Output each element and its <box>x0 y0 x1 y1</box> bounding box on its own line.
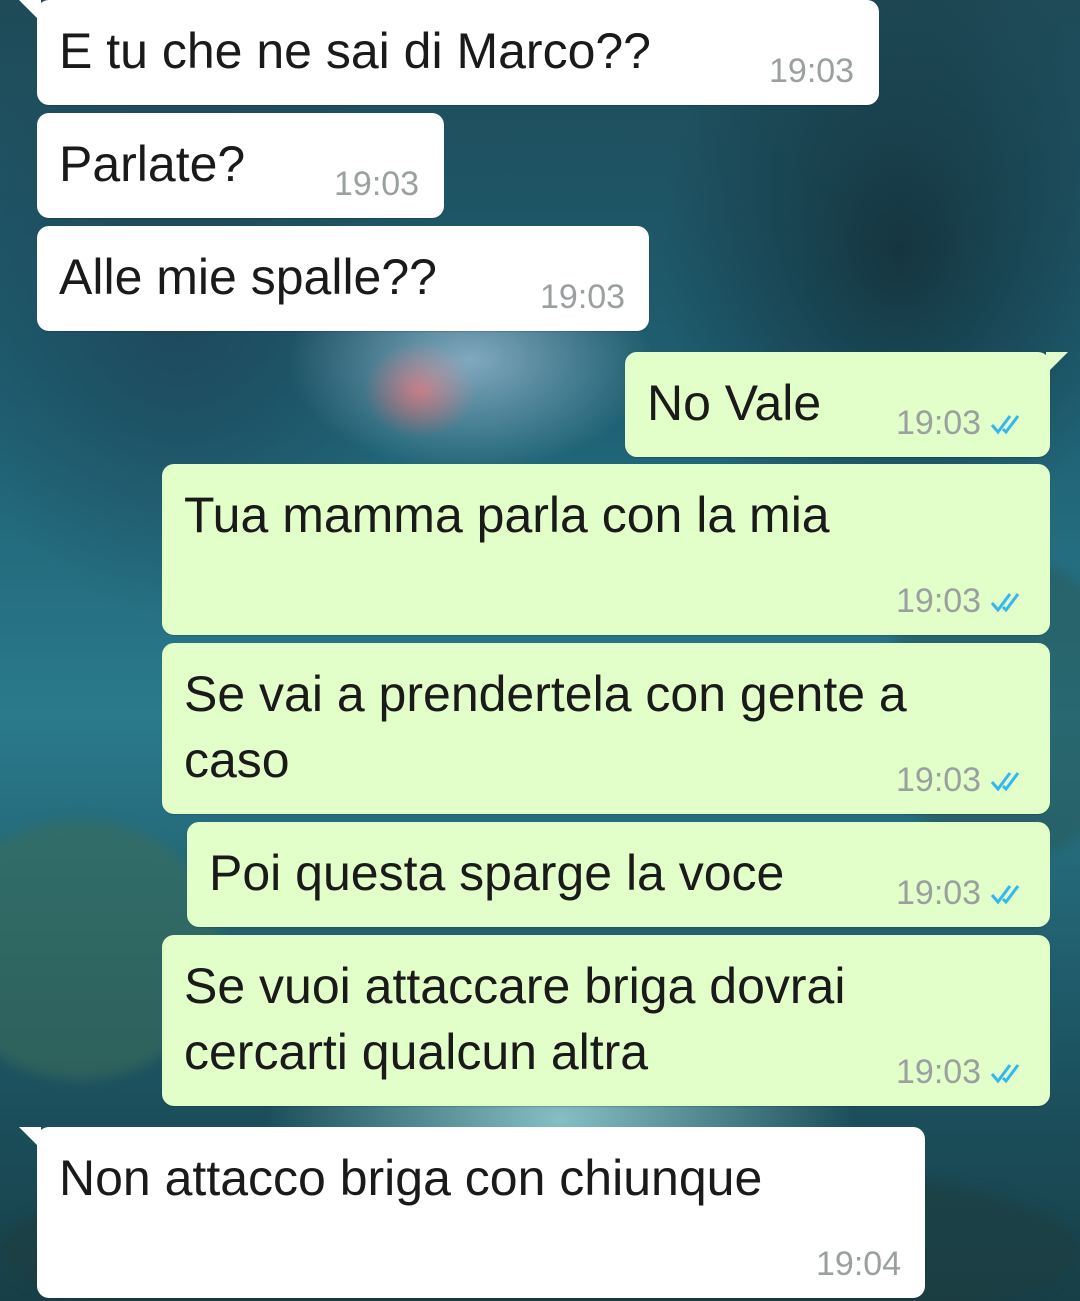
double-check-icon <box>990 415 1020 435</box>
message-timestamp: 19:03 <box>896 1053 982 1091</box>
message-text: E tu che ne sai di Marco?? <box>59 23 651 79</box>
message-text: No Vale <box>647 375 822 431</box>
message-bubble-outgoing[interactable]: Tua mamma parla con la mia 19:03 <box>162 464 1050 635</box>
message-timestamp: 19:04 <box>816 1245 902 1283</box>
message-text: Parlate? <box>59 136 246 192</box>
message-text: Poi questa sparge la voce <box>209 845 785 901</box>
bubble-tail <box>1046 352 1068 374</box>
message-bubble-outgoing[interactable]: No Vale 19:03 <box>625 352 1068 457</box>
message-bubble-outgoing[interactable]: Poi questa sparge la voce 19:03 <box>187 822 1050 927</box>
message-timestamp: 19:03 <box>896 404 982 442</box>
message-text: Se vuoi attaccare briga dovrai <box>184 958 846 1014</box>
message-text: Tua mamma parla con la mia <box>184 487 830 543</box>
bubble-tail <box>19 1127 41 1149</box>
message-text: caso <box>184 732 290 788</box>
message-timestamp: 19:03 <box>540 278 626 316</box>
message-timestamp: 19:03 <box>334 165 420 203</box>
double-check-icon <box>990 772 1020 792</box>
message-bubble-incoming[interactable]: Non attacco briga con chiunque 19:04 <box>19 1127 925 1298</box>
message-bubble-incoming[interactable]: E tu che ne sai di Marco?? 19:03 <box>19 0 879 105</box>
message-timestamp: 19:03 <box>896 761 982 799</box>
message-bubble-incoming[interactable]: Parlate? 19:03 <box>37 113 444 218</box>
message-text: Non attacco briga con chiunque <box>59 1150 763 1206</box>
message-timestamp: 19:03 <box>896 874 982 912</box>
message-bubble-outgoing[interactable]: Se vuoi attaccare briga dovrai cercarti … <box>162 935 1050 1106</box>
double-check-icon <box>990 885 1020 905</box>
message-bubble-outgoing[interactable]: Se vai a prendertela con gente a caso 19… <box>162 643 1050 814</box>
message-text: cercarti qualcun altra <box>184 1024 649 1080</box>
message-bubble-incoming[interactable]: Alle mie spalle?? 19:03 <box>37 226 649 331</box>
message-text: Alle mie spalle?? <box>59 249 437 305</box>
message-timestamp: 19:03 <box>769 52 855 90</box>
message-text: Se vai a prendertela con gente a <box>184 666 907 722</box>
double-check-icon <box>990 593 1020 613</box>
double-check-icon <box>990 1064 1020 1084</box>
bubble-tail <box>19 0 41 22</box>
message-timestamp: 19:03 <box>896 582 982 620</box>
